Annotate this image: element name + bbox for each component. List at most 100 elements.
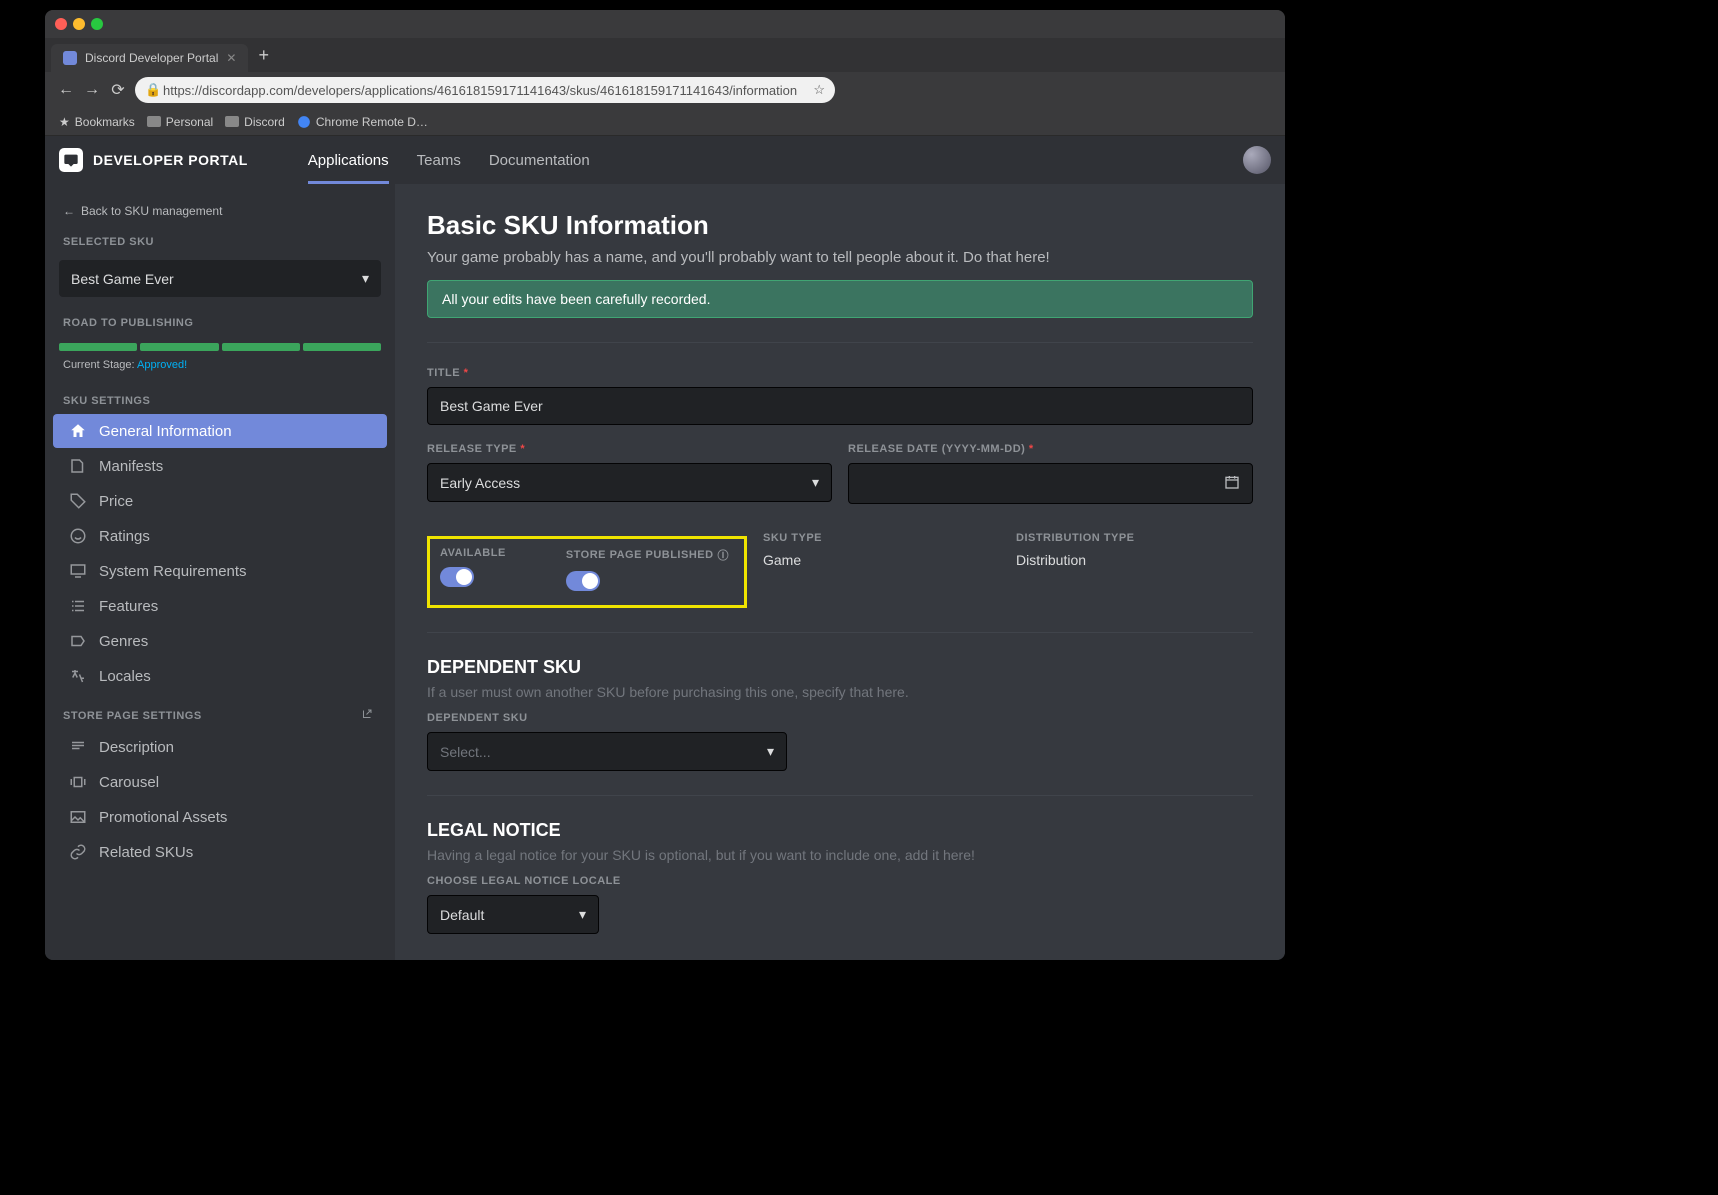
browser-tabbar: Discord Developer Portal ✕ + — [45, 38, 1285, 72]
tab-teams[interactable]: Teams — [417, 138, 461, 183]
image-icon — [69, 808, 87, 826]
title-input[interactable] — [427, 387, 1253, 425]
discord-logo-icon — [59, 148, 83, 172]
logo-text: DEVELOPER PORTAL — [93, 152, 248, 168]
success-banner: All your edits have been carefully recor… — [427, 280, 1253, 318]
selected-sku-label: SELECTED SKU — [45, 222, 395, 254]
calendar-icon — [1224, 474, 1240, 493]
folder-icon — [147, 116, 161, 127]
sku-settings-label: SKU SETTINGS — [45, 381, 395, 413]
browser-toolbar: ← → ⟳ 🔒 https://discordapp.com/developer… — [45, 72, 1285, 108]
bookmark-folder-discord[interactable]: Discord — [225, 115, 285, 129]
chrome-icon — [297, 115, 311, 129]
label-icon — [69, 632, 87, 650]
bookmarks-menu[interactable]: ★ Bookmarks — [59, 115, 135, 129]
list-icon — [69, 597, 87, 615]
sidebar-item-general-information[interactable]: General Information — [53, 414, 387, 448]
legal-locale-label: CHOOSE LEGAL NOTICE LOCALE — [427, 875, 1253, 887]
tab-documentation[interactable]: Documentation — [489, 138, 590, 183]
app-body: ← Back to SKU management SELECTED SKU Be… — [45, 184, 1285, 960]
translate-icon — [69, 667, 87, 685]
release-date-input[interactable] — [848, 463, 1253, 504]
stage-link[interactable]: Approved! — [137, 359, 187, 371]
published-label: STORE PAGE PUBLISHEDⓘ — [566, 547, 729, 563]
stage-text: Current Stage: Approved! — [45, 355, 395, 381]
window-close-button[interactable] — [55, 18, 67, 30]
release-date-label: RELEASE DATE (YYYY-MM-DD) * — [848, 443, 1253, 455]
chevron-down-icon: ▾ — [362, 270, 369, 287]
tag-icon — [69, 492, 87, 510]
dependent-sku-sub: If a user must own another SKU before pu… — [427, 684, 1253, 700]
dependent-sku-select[interactable]: Select...▾ — [427, 732, 787, 771]
nav-reload-button[interactable]: ⟳ — [109, 81, 127, 99]
sidebar-item-description[interactable]: Description — [53, 730, 387, 764]
carousel-icon — [69, 773, 87, 791]
lock-icon: 🔒 — [145, 82, 157, 98]
sidebar-item-genres[interactable]: Genres — [53, 624, 387, 658]
legal-locale-select[interactable]: Default▾ — [427, 895, 599, 934]
window-minimize-button[interactable] — [73, 18, 85, 30]
divider — [427, 342, 1253, 343]
help-icon[interactable]: ⓘ — [718, 547, 730, 563]
release-type-label: RELEASE TYPE * — [427, 443, 832, 455]
sidebar-item-related-skus[interactable]: Related SKUs — [53, 835, 387, 869]
tab-applications[interactable]: Applications — [308, 138, 389, 183]
discord-favicon-icon — [63, 51, 77, 65]
legal-heading: LEGAL NOTICE — [427, 820, 1253, 841]
monitor-icon — [69, 562, 87, 580]
text-icon — [69, 738, 87, 756]
dependent-sku-label: DEPENDENT SKU — [427, 712, 1253, 724]
sku-type-label: SKU TYPE — [763, 532, 1000, 544]
external-link-icon[interactable] — [361, 708, 373, 723]
tab-title: Discord Developer Portal — [85, 51, 218, 65]
url-text: https://discordapp.com/developers/applic… — [163, 83, 797, 98]
user-avatar[interactable] — [1243, 146, 1271, 174]
smile-icon — [69, 527, 87, 545]
title-label: TITLE * — [427, 367, 1253, 379]
app-topnav: DEVELOPER PORTAL Applications Teams Docu… — [45, 136, 1285, 184]
release-type-select[interactable]: Early Access▾ — [427, 463, 832, 502]
sidebar-item-features[interactable]: Features — [53, 589, 387, 623]
dist-type-value: Distribution — [1016, 552, 1253, 568]
dependent-sku-heading: DEPENDENT SKU — [427, 657, 1253, 678]
divider — [427, 632, 1253, 633]
nav-back-button[interactable]: ← — [57, 81, 75, 99]
available-toggle[interactable] — [440, 567, 474, 587]
folder-icon — [225, 116, 239, 127]
published-toggle[interactable] — [566, 571, 600, 591]
bookmarks-bar: ★ Bookmarks Personal Discord Chrome Remo… — [45, 108, 1285, 136]
content-area: Basic SKU Information Your game probably… — [395, 184, 1285, 960]
bookmark-chrome-remote[interactable]: Chrome Remote D… — [297, 115, 428, 129]
sidebar-item-locales[interactable]: Locales — [53, 659, 387, 693]
tab-close-icon[interactable]: ✕ — [226, 51, 236, 65]
sidebar-item-manifests[interactable]: Manifests — [53, 449, 387, 483]
url-bar[interactable]: 🔒 https://discordapp.com/developers/appl… — [135, 77, 835, 103]
chevron-down-icon: ▾ — [579, 906, 586, 923]
bookmark-star-icon[interactable]: ☆ — [813, 82, 825, 98]
dist-type-label: DISTRIBUTION TYPE — [1016, 532, 1253, 544]
chevron-down-icon: ▾ — [767, 743, 774, 760]
new-tab-button[interactable]: + — [248, 45, 279, 66]
legal-sub: Having a legal notice for your SKU is op… — [427, 847, 1253, 863]
window-titlebar — [45, 10, 1285, 38]
chevron-down-icon: ▾ — [812, 474, 819, 491]
divider — [427, 795, 1253, 796]
sidebar-item-carousel[interactable]: Carousel — [53, 765, 387, 799]
window-maximize-button[interactable] — [91, 18, 103, 30]
sidebar-item-ratings[interactable]: Ratings — [53, 519, 387, 553]
browser-tab[interactable]: Discord Developer Portal ✕ — [51, 44, 248, 72]
logo[interactable]: DEVELOPER PORTAL — [59, 148, 248, 172]
bookmark-folder-personal[interactable]: Personal — [147, 115, 213, 129]
sidebar: ← Back to SKU management SELECTED SKU Be… — [45, 184, 395, 960]
back-link[interactable]: ← Back to SKU management — [45, 200, 395, 222]
sidebar-item-promotional-assets[interactable]: Promotional Assets — [53, 800, 387, 834]
store-settings-label: STORE PAGE SETTINGS — [45, 694, 395, 729]
nav-forward-button[interactable]: → — [83, 81, 101, 99]
sidebar-item-price[interactable]: Price — [53, 484, 387, 518]
road-label: ROAD TO PUBLISHING — [45, 303, 395, 335]
topnav-tabs: Applications Teams Documentation — [308, 138, 590, 183]
sidebar-item-system-requirements[interactable]: System Requirements — [53, 554, 387, 588]
manifest-icon — [69, 457, 87, 475]
sku-select[interactable]: Best Game Ever ▾ — [59, 260, 381, 297]
browser-window: Discord Developer Portal ✕ + ← → ⟳ 🔒 htt… — [45, 10, 1285, 960]
